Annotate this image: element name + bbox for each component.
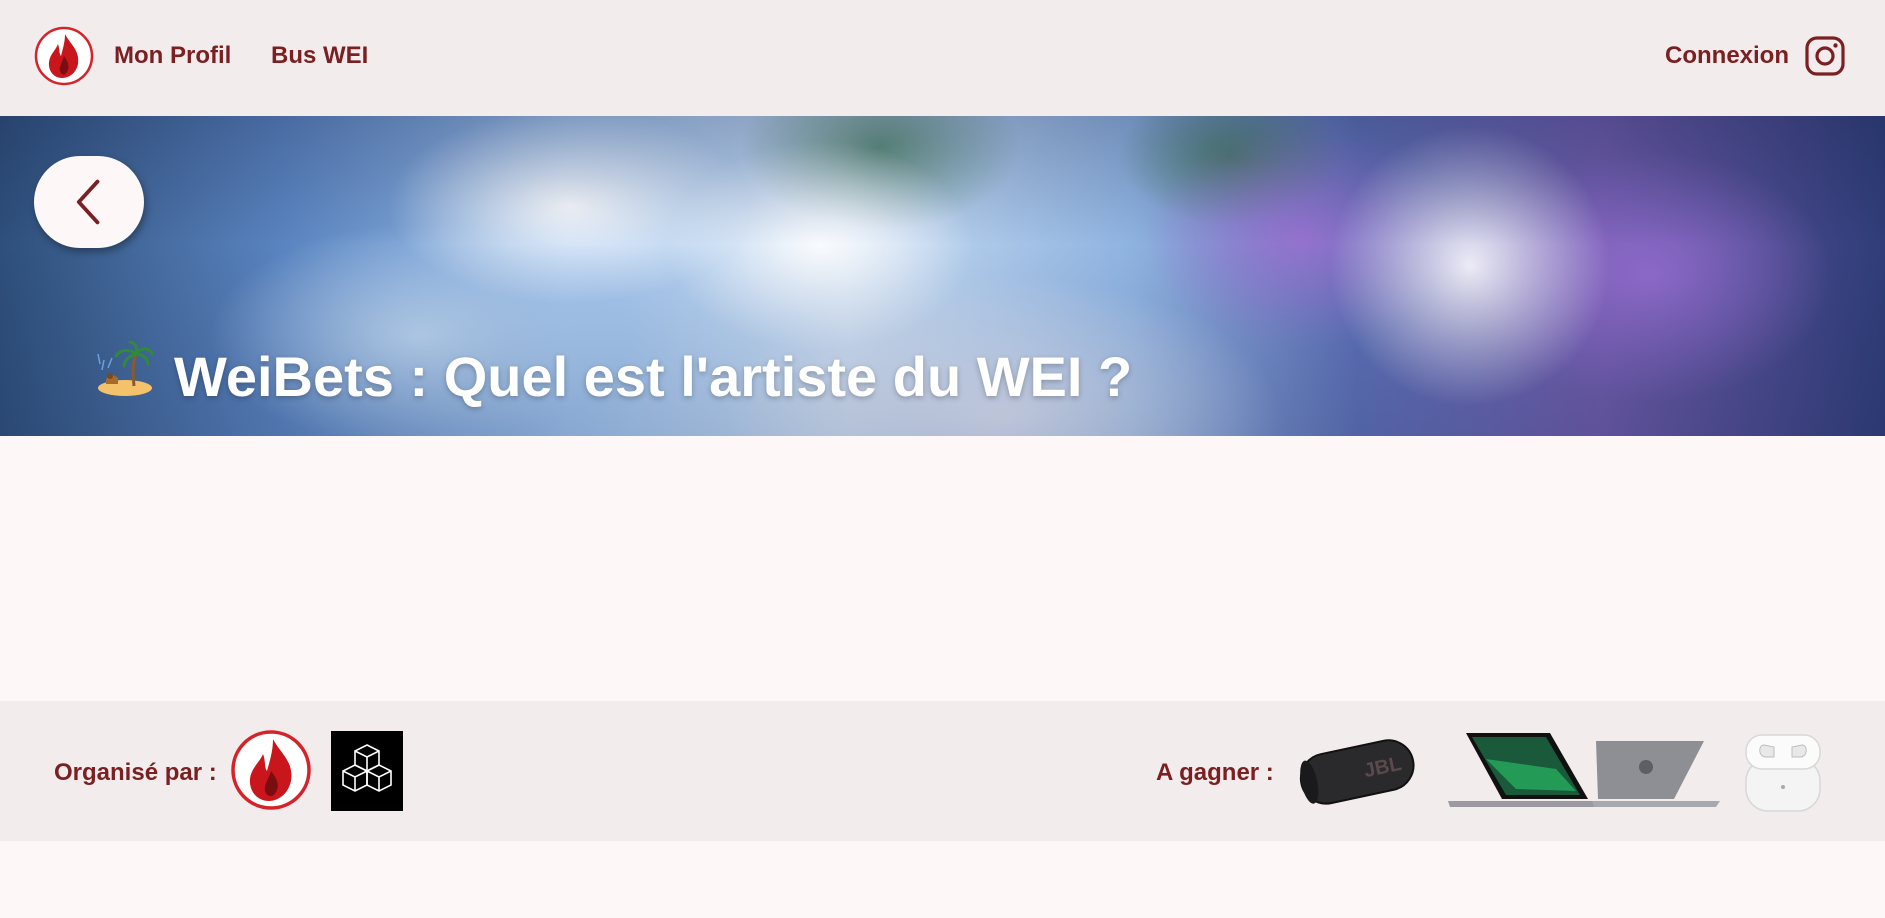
to-win-label: A gagner : [1156,759,1274,786]
nav-link-mon-profil[interactable]: Mon Profil [114,42,231,70]
island-emoji-icon [96,340,154,398]
nav-link-bus-wei[interactable]: Bus WEI [271,42,368,70]
top-navbar: Mon Profil Bus WEI Connexion [0,0,1885,116]
back-button[interactable] [34,156,144,248]
instagram-icon[interactable] [1805,36,1845,76]
flame-logo-icon[interactable] [34,26,94,86]
page-title: WeiBets : Quel est l'artiste du WEI ? [174,345,1133,408]
speaker-prize-image: JBL [1294,731,1420,811]
organizer-cubes-logo [331,731,403,811]
organized-by-label: Organisé par : [54,759,217,786]
hero-banner: WeiBets : Quel est l'artiste du WEI ? [0,116,1885,436]
nav-link-connexion[interactable]: Connexion [1665,42,1789,70]
sponsors-prizes-bar: Organisé par : A gagner : JBL [0,701,1885,841]
laptop-prize-image [1446,729,1722,813]
chevron-left-icon [76,179,100,225]
earbuds-prize-image [1740,729,1826,815]
organizer-flame-logo [230,729,312,811]
